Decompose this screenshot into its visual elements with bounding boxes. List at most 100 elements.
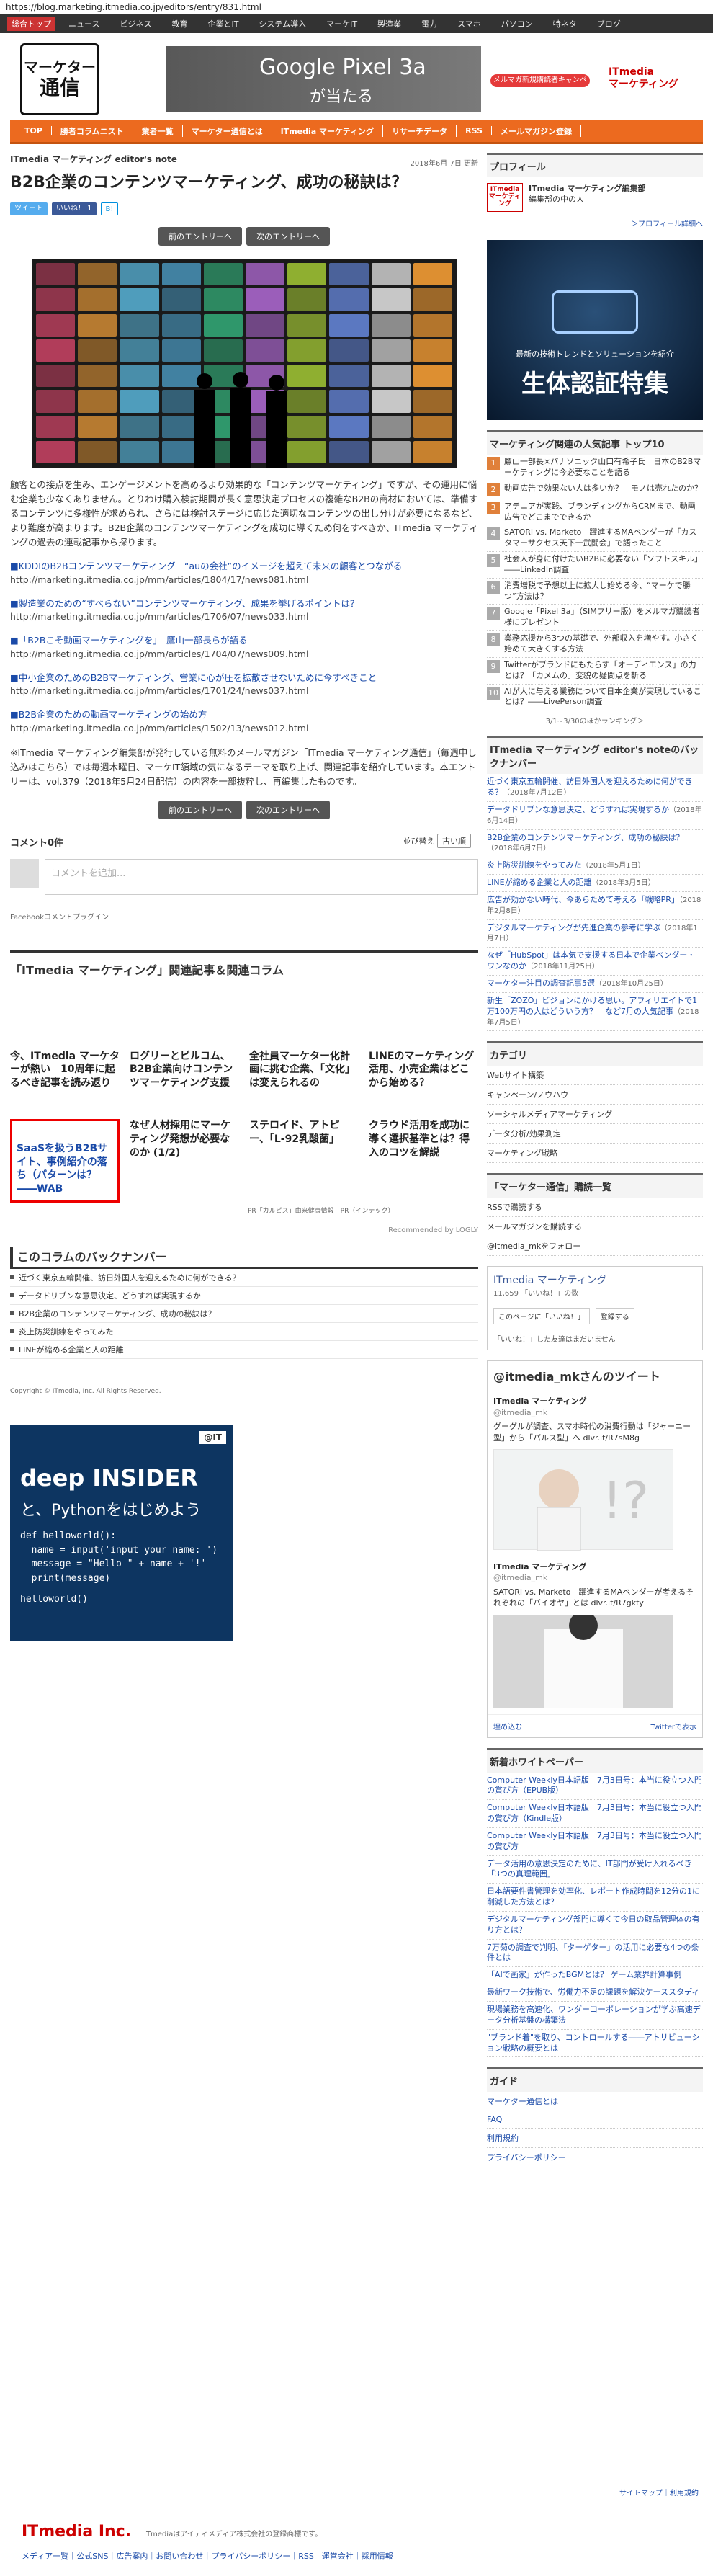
recommended-by[interactable]: Recommended by LOGLY [10, 1226, 478, 1234]
whitepaper-item[interactable]: デジタルマーケティング部門に導くて今日の取品管理体の有り方とは？ [487, 1912, 703, 1940]
link-url[interactable]: http://marketing.itmedia.co.jp/mm/articl… [10, 685, 478, 698]
whitepaper-item[interactable]: 「AIで画家」が作ったBGMとは？ ゲーム業界計算事例 [487, 1967, 703, 1985]
related-item[interactable]: ログリーとビルコム、B2B企業向けコンテンツマーケティング支援 [130, 1050, 239, 1091]
ranking-item[interactable]: 6 消費増税で予想以上に拡大し始める今、“マーケで勝つ”方法は？ [487, 579, 703, 605]
ranking-more[interactable]: 3/1~3/30のほかランキング＞ [487, 715, 703, 726]
rank-title[interactable]: 業務応援から3つの基礎で、外部収入を増やす。小さく始めて大きくする方法 [504, 633, 703, 655]
link-title[interactable]: ■中小企業のためのB2Bマーケティング、営業に心が圧を拡散させないために今すべき… [10, 672, 478, 685]
related-item[interactable]: クラウド活用を成功に導く選択基準とは？得入のコツを解説 [369, 1119, 478, 1203]
entry-item[interactable]: LINEが縮める企業と人の距離（2018年3月5日） [487, 875, 703, 892]
sitenav-item[interactable]: リサーチデータ [383, 125, 457, 137]
entry-title[interactable]: 炎上防災訓練をやってみた [487, 860, 581, 870]
rank-title[interactable]: AIが人に与える業務について日本企業が実現していることは？――LivePerso… [504, 687, 703, 708]
rank-title[interactable]: SATORI vs. Marketo 躍進するMAベンダーが「カスタマーサクセス… [504, 527, 703, 549]
related-item[interactable]: LINEのマーケティング活用、小売企業はどこから始める？ [369, 1050, 478, 1091]
rank-title[interactable]: 社会人が身に付けたいB2Bに必要ない「ソフトスキル」――LinkedIn調査 [504, 554, 703, 576]
fb-like-page-button[interactable]: このページに「いいね！」 [493, 1308, 590, 1325]
link-url[interactable]: http://marketing.itmedia.co.jp/mm/articl… [10, 574, 478, 587]
article-link[interactable]: ■KDDIのB2Bコンテンツマーケティング “auの会社”のイメージを超えて未来… [10, 560, 478, 587]
tw-view-link[interactable]: Twitterで表示 [650, 1721, 696, 1732]
sitenav-item[interactable]: TOP [16, 126, 52, 135]
topnav-item[interactable]: 特ネタ [553, 18, 577, 30]
guide-item[interactable]: 利用規約 [487, 2129, 703, 2149]
fb-comment-plugin[interactable]: Facebookコメントプラグイン [10, 911, 478, 922]
category-item[interactable]: キャンペーン/ノウハウ [487, 1085, 703, 1105]
ranking-item[interactable]: 3 アテニアが実践、ブランディングからCRMまで、動画広告でどこまでできるか [487, 499, 703, 526]
link-title[interactable]: ■製造業のための“すべらない”コンテンツマーケティング、成果を挙げるポイントは？ [10, 597, 478, 611]
tweet[interactable]: ITmedia マーケティング @itmedia_mk グーグルが調査、スマホ時… [488, 1390, 702, 1556]
subscribe-item[interactable]: RSSで購読する [487, 1198, 703, 1218]
rank-title[interactable]: 消費増税で予想以上に拡大し始める今、“マーケで勝つ”方法は？ [504, 581, 703, 602]
whitepaper-item[interactable]: 最新ワーク技術で、労働力不足の課題を解決ケーススタディ [487, 1984, 703, 2002]
entry-title[interactable]: デジタルマーケティングが先進企業の参考に学ぶ [487, 923, 660, 932]
related-item[interactable]: SaaSを扱うB2Bサイト、事例紹介の落ち（パターンは？ ――WAB [10, 1119, 120, 1203]
sitenav-item[interactable]: メールマガジン登録 [492, 125, 581, 137]
sort-select[interactable]: 古い順 [437, 833, 471, 848]
backnumber-item[interactable]: LINEが縮める企業と人の距離 [10, 1341, 478, 1360]
link-title[interactable]: ■KDDIのB2Bコンテンツマーケティング “auの会社”のイメージを超えて未来… [10, 560, 478, 574]
whitepaper-item[interactable]: "ブランド着"を取り、コントロールする――アトリビューション戦略の概要とは [487, 2030, 703, 2058]
link-title[interactable]: ■B2B企業のための動画マーケティングの始め方 [10, 708, 478, 722]
ranking-item[interactable]: 2 動画広告で効果ない人は多いか？ モノは売れたのか？ [487, 481, 703, 499]
entry-item[interactable]: データドリブンな意思決定、どうすれば実現するか（2018年6月14日） [487, 802, 703, 830]
category-item[interactable]: Webサイト構築 [487, 1066, 703, 1086]
whitepaper-item[interactable]: Computer Weekly日本語版 7月3日号：本当に役立つ入門の賞び方（E… [487, 1773, 703, 1801]
topnav-item[interactable]: ビジネス [120, 18, 151, 30]
site-logo[interactable]: マーケター 通信 [20, 43, 99, 115]
sitenav-item[interactable]: 業者一覧 [133, 125, 183, 137]
sitenav-item[interactable]: マーケター通信とは [183, 125, 272, 137]
deep-insider-ad[interactable]: @IT deep INSIDER と、Pythonをはじめよう def hell… [10, 1425, 233, 1642]
fb-page-name[interactable]: ITmedia マーケティング [493, 1273, 696, 1287]
ranking-item[interactable]: 7 Google「Pixel 3a」（SIMフリー版）をメルマガ購読者様にプレゼン… [487, 605, 703, 632]
related-item[interactable]: 今、ITmedia マーケターが熱い 10周年に起るべき記事を読み返り [10, 1050, 120, 1091]
ranking-item[interactable]: 9 Twitterがブランドにもたらす「オーディエンス」の力とは？「カメムの」変貌… [487, 658, 703, 685]
entry-item[interactable]: 近づく東京五輪開催、訪日外国人を迎えるために何ができる？（2018年7月12日） [487, 774, 703, 802]
topnav-item[interactable]: 総合トップ [7, 17, 55, 31]
whitepaper-item[interactable]: 日本語要件書管理を効率化、レポート作成時間を12分の1に削減した方法とは？ [487, 1884, 703, 1912]
entry-item[interactable]: マーケター注目の調査記事5選（2018年10月25日） [487, 976, 703, 993]
entry-title[interactable]: B2B企業のコンテンツマーケティング、成功の秘訣は？ [487, 833, 683, 842]
entry-item[interactable]: なぜ「HubSpot」は本気で支援する日本で企業ベンダー・ワンなのか（2018年… [487, 948, 703, 976]
whitepaper-item[interactable]: データ活用の意思決定のために、IT部門が受け入れるべき「3つの真理範囲」 [487, 1856, 703, 1884]
header-ad-banner[interactable]: Google Pixel 3a が当たる メルマガ新規購読者キャンペーン ITm… [166, 46, 691, 112]
tweet[interactable]: ITmedia マーケティング @itmedia_mk SATORI vs. M… [488, 1556, 702, 1714]
itmedia-logo[interactable]: ITmedia Inc. [22, 2523, 131, 2541]
banner-cta[interactable]: メルマガ新規購読者キャンペーン [490, 73, 591, 97]
like-button[interactable]: いいね！ 1 [52, 202, 97, 215]
topnav-item[interactable]: ブログ [597, 18, 621, 30]
rank-title[interactable]: Google「Pixel 3a」（SIMフリー版）をメルマガ購読者様にプレゼント [504, 607, 703, 628]
ranking-item[interactable]: 4 SATORI vs. Marketo 躍進するMAベンダーが「カスタマーサクセ… [487, 525, 703, 553]
link-url[interactable]: http://marketing.itmedia.co.jp/mm/articl… [10, 722, 478, 736]
ranking-item[interactable]: 10 AIが人に与える業務について日本企業が実現していることは？――LivePer… [487, 685, 703, 711]
subscribe-item[interactable]: メールマガジンを購読する [487, 1217, 703, 1237]
entry-item[interactable]: 広告が効かない時代、今あらためて考える「戦略PR」（2018年2月8日） [487, 892, 703, 920]
ranking-item[interactable]: 5 社会人が身に付けたいB2Bに必要ない「ソフトスキル」――LinkedIn調査 [487, 552, 703, 579]
rank-title[interactable]: アテニアが実践、ブランディングからCRMまで、動画広告でどこまでできるか [504, 502, 703, 523]
topnav-item[interactable]: ニュース [68, 18, 99, 30]
comment-sort[interactable]: 並び替え 古い順 [403, 833, 471, 848]
rank-title[interactable]: Twitterがブランドにもたらす「オーディエンス」の力とは？「カメムの」変貌の… [504, 660, 703, 682]
link-url[interactable]: http://marketing.itmedia.co.jp/mm/articl… [10, 610, 478, 624]
link-title[interactable]: ■「B2Bこそ動画マーケティングを」 鷹山一部長らが語る [10, 634, 478, 648]
entry-title[interactable]: 新生「ZOZO」ビジョンにかける思い。アフィリエイトで1万100万円の人はどうい… [487, 996, 697, 1016]
whitepaper-item[interactable]: 7万菊の調査で判明、「ターゲター」の活用に必要な4つの条件とは [487, 1940, 703, 1968]
category-item[interactable]: データ分析/効果測定 [487, 1124, 703, 1144]
comment-input[interactable]: コメントを追加... [45, 858, 478, 895]
rank-title[interactable]: 鷹山一部長×パナソニック山口有希子氏 日本のB2Bマーケティングに今必要なことを… [504, 457, 703, 478]
backnumber-item[interactable]: 近づく東京五輪開催、訪日外国人を迎えるために何ができる？ [10, 1269, 478, 1288]
rank-title[interactable]: 動画広告で効果ない人は多いか？ モノは売れたのか？ [504, 483, 702, 496]
topnav-item[interactable]: 教育 [171, 18, 187, 30]
ranking-item[interactable]: 1 鷹山一部長×パナソニック山口有希子氏 日本のB2Bマーケティングに今必要なこと… [487, 455, 703, 481]
entry-title[interactable]: マーケター注目の調査記事5選 [487, 979, 595, 988]
entry-title[interactable]: LINEが縮める企業と人の距離 [487, 878, 592, 887]
topnav-item[interactable]: システム導入 [259, 18, 306, 30]
sitenav-item[interactable]: ITmedia マーケティング [272, 125, 384, 137]
backnumber-item[interactable]: 炎上防災訓練をやってみた [10, 1323, 478, 1342]
footer-sitemap[interactable]: サイトマップ｜利用規約 [619, 2487, 699, 2497]
next-entry-button[interactable]: 次のエントリーへ [246, 227, 330, 246]
column-name[interactable]: ITmedia マーケティング editor's note [10, 153, 478, 165]
sitenav-item[interactable]: RSS [457, 126, 492, 135]
entry-item[interactable]: 炎上防災訓練をやってみた（2018年5月1日） [487, 857, 703, 875]
prev-entry-button[interactable]: 前のエントリーへ [158, 800, 242, 819]
whitepaper-item[interactable]: Computer Weekly日本語版 7月3日号：本当に役立つ入門の賞び方 [487, 1828, 703, 1856]
